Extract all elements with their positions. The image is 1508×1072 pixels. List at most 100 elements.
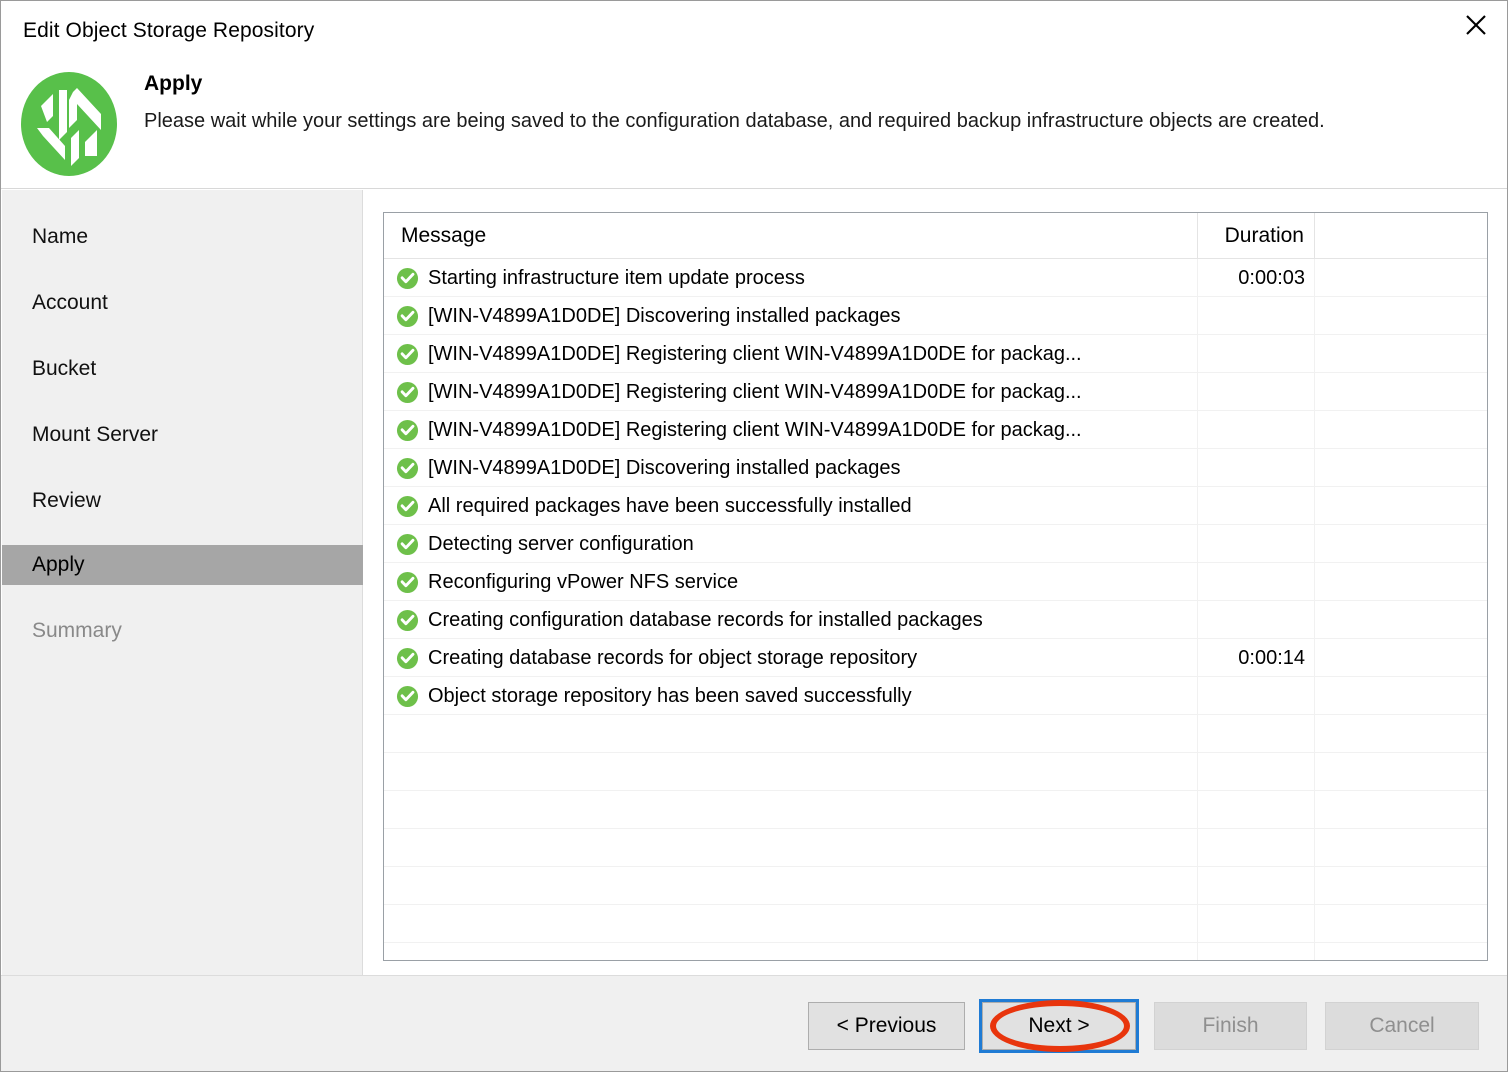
sidebar-item-name[interactable]: Name — [2, 217, 363, 257]
table-row[interactable]: Object storage repository has been saved… — [384, 677, 1487, 715]
title-bar: Edit Object Storage Repository — [1, 1, 1507, 63]
log-extra-cell — [1315, 525, 1487, 563]
page-title: Apply — [144, 72, 203, 95]
table-row[interactable]: Reconfiguring vPower NFS service — [384, 563, 1487, 601]
log-message-cell: Creating configuration database records … — [384, 601, 1198, 639]
success-check-icon — [396, 685, 419, 707]
log-table-rows: Starting infrastructure item update proc… — [384, 259, 1487, 960]
column-header-extra[interactable] — [1315, 213, 1487, 259]
log-duration-cell — [1198, 525, 1315, 563]
edit-object-storage-repository-dialog: Edit Object Storage Repository Apply Ple… — [0, 0, 1508, 1072]
log-extra-cell — [1315, 639, 1487, 677]
sidebar-item-label: Summary — [32, 619, 122, 642]
log-message-cell: [WIN-V4899A1D0DE] Registering client WIN… — [384, 373, 1198, 411]
success-check-icon — [396, 267, 419, 289]
log-extra-cell — [1315, 563, 1487, 601]
log-message-text: [WIN-V4899A1D0DE] Registering client WIN… — [428, 418, 1082, 441]
veeam-logo-icon — [19, 70, 119, 178]
log-message-cell: Creating database records for object sto… — [384, 639, 1198, 677]
log-message-text: Creating database records for object sto… — [428, 646, 918, 669]
log-message-cell: Object storage repository has been saved… — [384, 677, 1198, 715]
success-check-icon — [396, 609, 419, 631]
sidebar-item-apply[interactable]: Apply — [2, 545, 363, 585]
log-message-cell — [384, 715, 1198, 753]
log-table-header: Message Duration — [384, 213, 1487, 259]
log-extra-cell — [1315, 411, 1487, 449]
table-row[interactable]: Creating database records for object sto… — [384, 639, 1487, 677]
sidebar-item-review[interactable]: Review — [2, 481, 363, 521]
log-extra-cell — [1315, 791, 1487, 829]
sidebar-item-label: Account — [32, 291, 108, 314]
table-row[interactable]: [WIN-V4899A1D0DE] Registering client WIN… — [384, 373, 1487, 411]
log-extra-cell — [1315, 715, 1487, 753]
log-extra-cell — [1315, 753, 1487, 791]
log-message-cell: Starting infrastructure item update proc… — [384, 259, 1198, 297]
log-message-cell — [384, 867, 1198, 905]
log-duration-cell — [1198, 829, 1315, 867]
success-check-icon — [396, 457, 419, 479]
log-message-cell — [384, 753, 1198, 791]
wizard-steps-sidebar: Name Account Bucket Mount Server Review Apply… — [2, 190, 363, 976]
success-check-icon — [396, 495, 419, 517]
table-row[interactable]: [WIN-V4899A1D0DE] Registering client WIN… — [384, 335, 1487, 373]
log-duration-cell — [1198, 487, 1315, 525]
progress-log-panel: Message Duration Starting infrastructure… — [383, 212, 1488, 961]
log-duration-cell — [1198, 677, 1315, 715]
log-duration-cell — [1198, 373, 1315, 411]
table-row — [384, 905, 1487, 943]
page-description: Please wait while your settings are bein… — [144, 110, 1325, 132]
success-check-icon — [396, 647, 419, 669]
sidebar-item-label: Apply — [32, 553, 85, 576]
next-button[interactable]: Next > — [979, 999, 1139, 1053]
sidebar-item-label: Bucket — [32, 357, 97, 380]
table-row — [384, 753, 1487, 791]
close-icon[interactable] — [1445, 1, 1507, 49]
table-row[interactable]: [WIN-V4899A1D0DE] Registering client WIN… — [384, 411, 1487, 449]
table-row[interactable]: [WIN-V4899A1D0DE] Discovering installed … — [384, 297, 1487, 335]
log-extra-cell — [1315, 487, 1487, 525]
log-duration-cell — [1198, 563, 1315, 601]
log-message-cell — [384, 943, 1198, 960]
log-duration-cell — [1198, 791, 1315, 829]
log-message-text: [WIN-V4899A1D0DE] Discovering installed … — [428, 456, 901, 479]
log-duration-cell: 0:00:14 — [1198, 639, 1315, 677]
log-message-text: Detecting server configuration — [428, 532, 694, 555]
table-row[interactable]: Starting infrastructure item update proc… — [384, 259, 1487, 297]
table-row — [384, 943, 1487, 960]
log-message-cell: All required packages have been successf… — [384, 487, 1198, 525]
table-row — [384, 791, 1487, 829]
log-extra-cell — [1315, 867, 1487, 905]
column-header-duration[interactable]: Duration — [1198, 213, 1315, 259]
sidebar-item-mount-server[interactable]: Mount Server — [2, 415, 363, 455]
log-duration-cell — [1198, 905, 1315, 943]
table-row[interactable]: All required packages have been successf… — [384, 487, 1487, 525]
table-row[interactable]: Detecting server configuration — [384, 525, 1487, 563]
table-row[interactable]: [WIN-V4899A1D0DE] Discovering installed … — [384, 449, 1487, 487]
log-extra-cell — [1315, 943, 1487, 960]
sidebar-item-account[interactable]: Account — [2, 283, 363, 323]
success-check-icon — [396, 343, 419, 365]
log-extra-cell — [1315, 259, 1487, 297]
sidebar-item-label: Review — [32, 489, 101, 512]
finish-button: Finish — [1154, 1002, 1307, 1050]
log-duration-cell — [1198, 943, 1315, 960]
table-row[interactable]: Creating configuration database records … — [384, 601, 1487, 639]
table-row — [384, 715, 1487, 753]
column-header-message[interactable]: Message — [384, 213, 1198, 259]
cancel-button: Cancel — [1325, 1002, 1479, 1050]
success-check-icon — [396, 381, 419, 403]
dialog-header: Apply Please wait while your settings ar… — [1, 61, 1507, 189]
sidebar-item-summary: Summary — [2, 611, 363, 651]
log-duration-cell: 0:00:03 — [1198, 259, 1315, 297]
table-row — [384, 829, 1487, 867]
log-message-cell: [WIN-V4899A1D0DE] Registering client WIN… — [384, 335, 1198, 373]
log-message-text: Creating configuration database records … — [428, 608, 983, 631]
previous-button[interactable]: < Previous — [808, 1002, 965, 1050]
success-check-icon — [396, 533, 419, 555]
log-extra-cell — [1315, 335, 1487, 373]
log-message-cell: [WIN-V4899A1D0DE] Discovering installed … — [384, 297, 1198, 335]
log-message-text: Object storage repository has been saved… — [428, 684, 912, 707]
success-check-icon — [396, 305, 419, 327]
sidebar-item-bucket[interactable]: Bucket — [2, 349, 363, 389]
success-check-icon — [396, 571, 419, 593]
